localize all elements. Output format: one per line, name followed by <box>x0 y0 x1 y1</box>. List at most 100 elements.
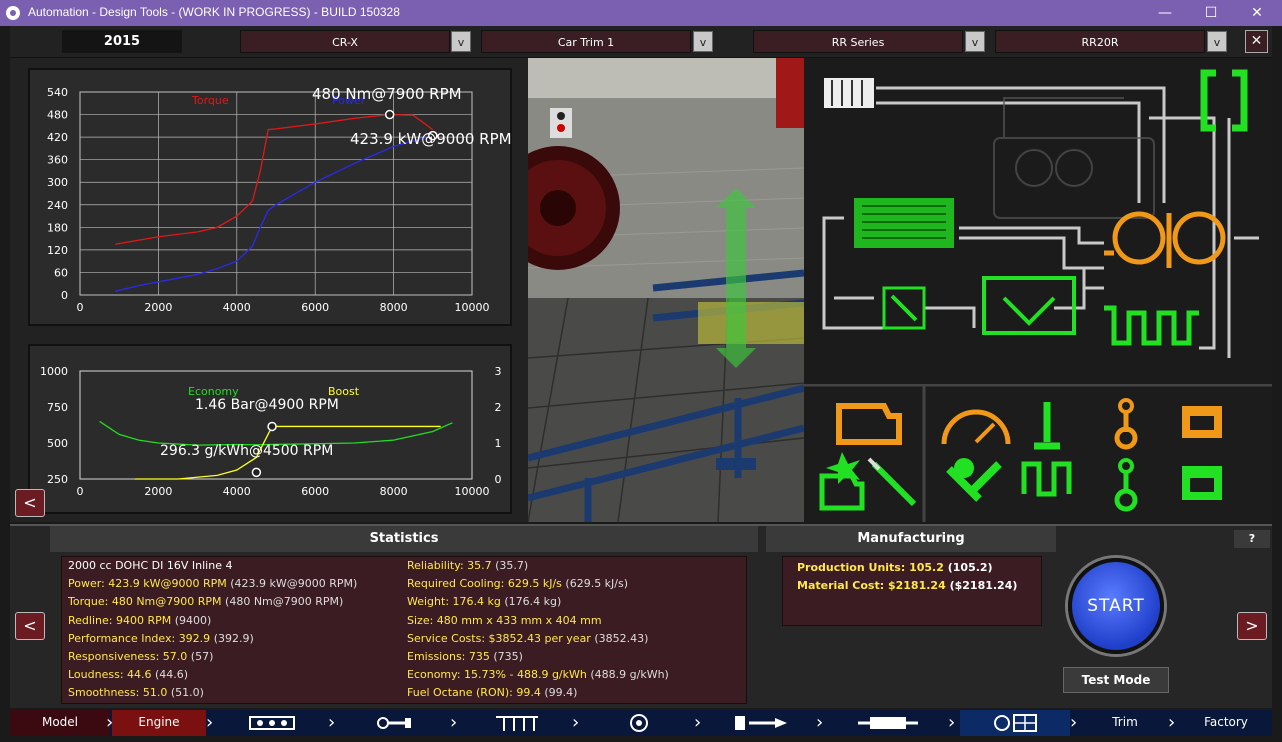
best-economy-marker <box>251 467 262 478</box>
torque-power-chart: 0 2000 4000 6000 8000 10000 0 60 120 180 240 300 360… <box>28 68 512 326</box>
chevron-right-icon: › <box>206 712 214 733</box>
y-tick-label: 120 <box>47 244 68 257</box>
year-label: 2015 <box>62 30 182 53</box>
nav-fuel-icon[interactable] <box>706 710 816 736</box>
stats-panel: Statistics Manufacturing ? 2000 cc DOHC … <box>10 524 1272 708</box>
bottom-navigation: Model › Engine › › › › › › › › Trim › Fa… <box>10 710 1272 736</box>
stat-label: Size: 480 mm x 433 mm x 404 mm <box>407 613 602 627</box>
nav-engine[interactable]: Engine <box>112 710 206 736</box>
stat-row: Weight: 176.4 kg (176.4 kg) <box>407 595 561 608</box>
chart-prev-button[interactable]: < <box>15 489 45 517</box>
stat-parenthetical: (35.7) <box>495 559 529 572</box>
engine-family-dropdown-icon[interactable]: v <box>965 31 985 52</box>
stats-prev-button[interactable]: < <box>15 612 45 640</box>
chevron-right-icon: › <box>948 712 956 733</box>
nav-test-icon[interactable] <box>960 710 1070 736</box>
nav-trim[interactable]: Trim <box>1082 710 1168 736</box>
y2-tick-label: 3 <box>495 365 502 378</box>
stat-label: 2000 cc DOHC DI 16V Inline 4 <box>68 559 233 572</box>
stat-parenthetical: (9400) <box>174 613 212 627</box>
close-window-button[interactable]: ✕ <box>1234 0 1280 26</box>
model-select[interactable]: CR-X <box>240 30 450 53</box>
stat-parenthetical: (99.4) <box>544 686 578 700</box>
stat-label: Required Cooling: 629.5 kJ/s <box>407 577 562 591</box>
statistics-box: 2000 cc DOHC DI 16V Inline 4 Power: 423.… <box>61 556 747 704</box>
nav-valvetrain-icon[interactable] <box>462 710 572 736</box>
stat-row: Smoothness: 51.0 (51.0) <box>68 686 204 699</box>
stat-label: Weight: 176.4 kg <box>407 595 501 609</box>
stat-parenthetical: (488.9 g/kWh) <box>590 668 669 682</box>
chevron-right-icon: › <box>1168 712 1176 733</box>
y2-tick-label: 0 <box>495 473 502 486</box>
window-title: Automation - Design Tools - (WORK IN PRO… <box>28 5 400 19</box>
plot-area <box>79 91 473 296</box>
stats-next-button[interactable]: > <box>1237 612 1267 640</box>
stat-parenthetical: (392.9) <box>213 631 254 645</box>
nav-model[interactable]: Model <box>10 710 110 736</box>
start-button[interactable]: START <box>1068 558 1164 654</box>
stat-row: Size: 480 mm x 433 mm x 404 mm <box>407 614 602 627</box>
legend-torque: Torque <box>191 94 229 107</box>
stat-label: Service Costs: $3852.43 per year <box>407 631 591 645</box>
stat-parenthetical: (176.4 kg) <box>504 595 562 609</box>
y-tick-label: 540 <box>47 86 68 99</box>
model-dropdown-icon[interactable]: v <box>451 31 471 52</box>
piston-green-icon[interactable] <box>1182 466 1222 500</box>
stat-parenthetical: (735) <box>493 650 523 663</box>
x-tick-label: 10000 <box>455 301 490 314</box>
selector-bar: 2015 CR-X v Car Trim 1 v RR Series v RR2… <box>10 26 1272 58</box>
close-designer-button[interactable]: ✕ <box>1245 30 1268 53</box>
stat-label: Torque: 480 Nm@7900 RPM <box>68 595 222 609</box>
component-icon-panel <box>804 383 1272 522</box>
y-tick-label: 1000 <box>40 365 68 378</box>
manufacturing-parenthetical: ($2181.24) <box>949 579 1018 592</box>
manufacturing-heading: Manufacturing <box>766 526 1056 552</box>
stat-row: Torque: 480 Nm@7900 RPM (480 Nm@7900 RPM… <box>68 595 343 608</box>
maximize-button[interactable]: ☐ <box>1188 0 1234 26</box>
engine-variant-select[interactable]: RR20R <box>995 30 1205 53</box>
x-tick-label: 4000 <box>223 301 251 314</box>
y-tick-label: 250 <box>47 473 68 486</box>
test-mode-button[interactable]: Test Mode <box>1063 667 1169 693</box>
app-icon <box>6 6 20 20</box>
air-filter-icon <box>824 78 874 108</box>
chevron-right-icon: › <box>450 712 458 733</box>
stat-parenthetical: (480 Nm@7900 RPM) <box>225 595 344 609</box>
trim-select[interactable]: Car Trim 1 <box>481 30 691 53</box>
help-button[interactable]: ? <box>1234 530 1270 548</box>
nav-turbo-icon[interactable] <box>584 710 694 736</box>
nav-exhaust-icon[interactable] <box>828 710 948 736</box>
manufacturing-box: Production Units: 105.2 (105.2) Material … <box>782 556 1042 626</box>
engine-3d-viewport[interactable] <box>528 58 804 522</box>
nav-conrod-icon[interactable] <box>340 710 450 736</box>
nav-block-icon[interactable] <box>218 710 328 736</box>
engine-variant-dropdown-icon[interactable]: v <box>1207 31 1227 52</box>
stat-parenthetical: (57) <box>190 650 214 663</box>
intake-exhaust-schematic <box>804 58 1272 384</box>
stat-label: Loudness: 44.6 <box>68 668 152 682</box>
nav-factory[interactable]: Factory <box>1180 710 1272 736</box>
piston-icon[interactable] <box>1182 406 1222 438</box>
statistics-heading: Statistics <box>50 526 758 552</box>
trim-dropdown-icon[interactable]: v <box>693 31 713 52</box>
manufacturing-label: Production Units: 105.2 <box>797 561 944 574</box>
x-tick-label: 4000 <box>223 485 251 498</box>
engine-family-select[interactable]: RR Series <box>753 30 963 53</box>
x-tick-label: 8000 <box>380 301 408 314</box>
manufacturing-row: Material Cost: $2181.24 ($2181.24) <box>797 579 1017 592</box>
manufacturing-parenthetical: (105.2) <box>947 561 993 574</box>
component-icons <box>804 383 1272 522</box>
stat-row: Responsiveness: 57.0 (57) <box>68 650 213 663</box>
stat-row: Required Cooling: 629.5 kJ/s (629.5 kJ/s… <box>407 577 628 590</box>
intercooler-icon <box>854 198 954 248</box>
engine-scene <box>528 58 804 522</box>
minimize-button[interactable]: — <box>1142 0 1188 26</box>
y-tick-label: 480 <box>47 109 68 122</box>
stat-parenthetical: (44.6) <box>155 668 189 682</box>
y2-tick-label: 2 <box>495 401 502 414</box>
stat-label: Performance Index: 392.9 <box>68 631 211 645</box>
x-tick-label: 6000 <box>301 485 329 498</box>
y-tick-label: 360 <box>47 154 68 167</box>
y-tick-label: 0 <box>61 289 68 302</box>
y2-tick-label: 1 <box>495 437 502 450</box>
